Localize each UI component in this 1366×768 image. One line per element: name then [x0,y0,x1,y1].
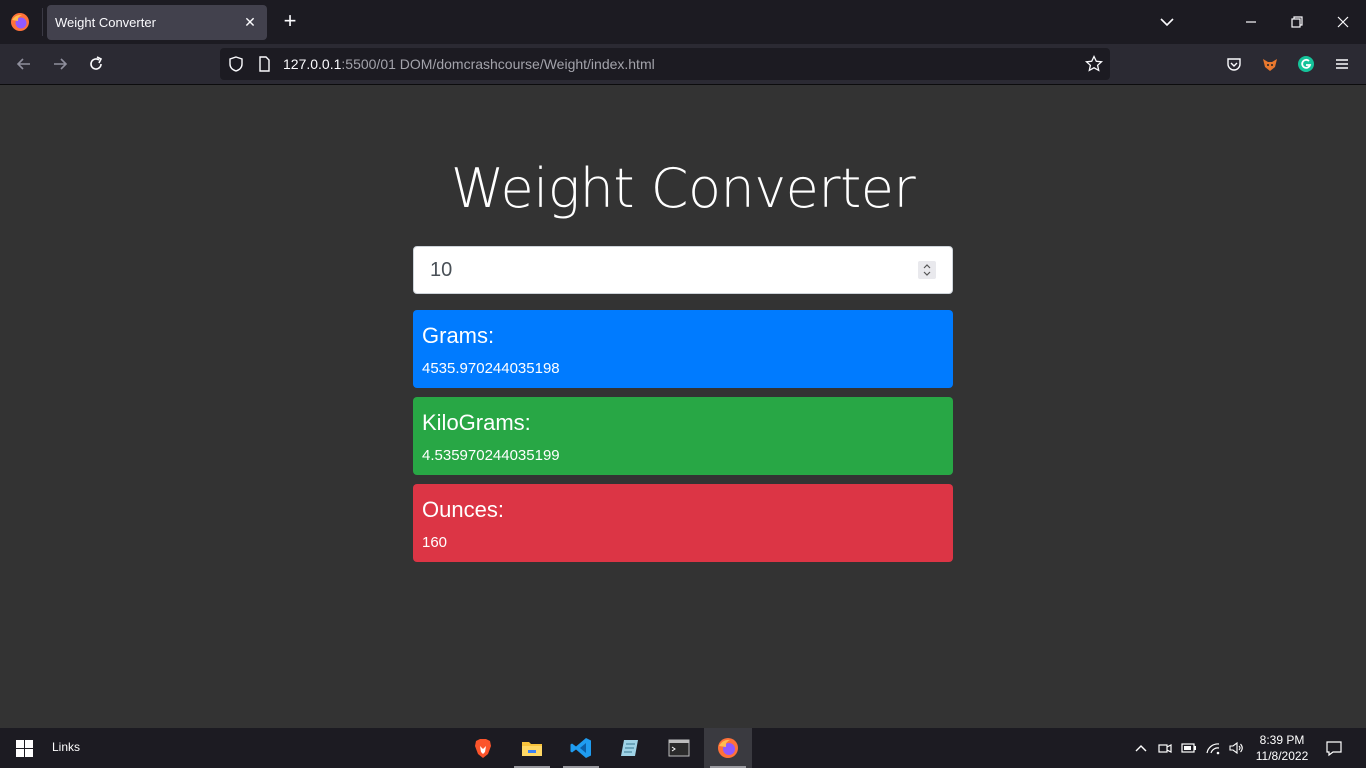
browser-nav-bar: 127.0.0.1:5500/01 DOM/domcrashcourse/Wei… [0,44,1366,85]
windows-start-icon[interactable] [16,740,33,757]
grams-card: Grams: 4535.970244035198 [413,310,953,388]
clock-date: 11/8/2022 [1255,749,1309,763]
volume-icon[interactable] [1228,740,1244,756]
page-content: Weight Converter Grams: 4535.97024403519… [0,85,1366,728]
chevron-down-icon[interactable] [1157,12,1177,32]
grams-value: 4535.970244035198 [422,360,560,377]
url-host: 127.0.0.1 [283,56,342,72]
meet-now-icon[interactable] [1157,740,1173,756]
taskbar-vscode[interactable] [557,728,605,768]
url-path: :5500/01 DOM/domcrashcourse/Weight/index… [341,56,655,72]
kilograms-label: KiloGrams: [422,410,531,435]
restore-icon[interactable] [1287,12,1307,32]
url-text[interactable]: 127.0.0.1:5500/01 DOM/domcrashcourse/Wei… [283,56,655,72]
ounces-card: Ounces: 160 [413,484,953,562]
tab-weight-converter[interactable]: Weight Converter ✕ [47,5,267,40]
notes-icon [621,740,638,756]
kilograms-value: 4.535970244035199 [422,447,560,464]
ounces-label: Ounces: [422,497,504,522]
wifi-icon[interactable] [1205,740,1221,756]
taskbar-notes[interactable] [606,728,654,768]
number-spinner-icon[interactable] [918,261,936,279]
back-icon[interactable] [14,54,34,74]
clock-time: 8:39 PM [1259,733,1305,747]
notifications-icon[interactable] [1325,739,1343,757]
tab-separator [42,8,43,36]
close-icon[interactable]: ✕ [241,13,259,31]
page-title: Weight Converter [450,157,916,220]
battery-icon[interactable] [1181,740,1197,756]
menu-icon[interactable] [1332,54,1352,74]
reload-icon[interactable] [86,54,106,74]
browser-tab-bar: Weight Converter ✕ + [0,0,1366,44]
kilograms-card: KiloGrams: 4.535970244035199 [413,397,953,475]
star-icon[interactable] [1084,54,1104,74]
tab-title: Weight Converter [55,15,156,30]
taskbar-firefox[interactable] [704,728,752,768]
new-tab-button[interactable]: + [279,10,301,33]
pocket-icon[interactable] [1224,54,1244,74]
ounces-value: 160 [422,534,448,551]
links-toolbar[interactable]: Links [52,740,80,754]
weight-input-field[interactable] [413,246,953,294]
window-close-icon[interactable] [1333,12,1353,32]
taskbar-file-explorer[interactable] [508,728,556,768]
pounds-input[interactable] [430,247,910,293]
minimize-icon[interactable] [1241,12,1261,32]
grammarly-icon[interactable] [1296,54,1316,74]
chevron-up-icon[interactable] [1133,740,1149,756]
forward-icon[interactable] [50,54,70,74]
taskbar-brave[interactable] [459,728,507,768]
taskbar: Links 8:39 PM 11/8/2022 [0,728,1366,768]
firefox-icon[interactable] [10,12,30,32]
page-icon[interactable] [254,54,274,74]
address-bar[interactable]: 127.0.0.1:5500/01 DOM/domcrashcourse/Wei… [220,48,1110,80]
file-explorer-icon [522,742,542,756]
grams-label: Grams: [422,323,495,348]
taskbar-terminal[interactable] [655,728,703,768]
system-clock[interactable]: 8:39 PM 11/8/2022 [1250,732,1314,764]
shield-icon[interactable] [226,54,246,74]
vscode-icon [570,738,591,758]
firefox-icon [718,738,738,758]
brave-icon [475,739,491,758]
terminal-icon [668,739,690,757]
extension-fox-icon[interactable] [1260,54,1280,74]
